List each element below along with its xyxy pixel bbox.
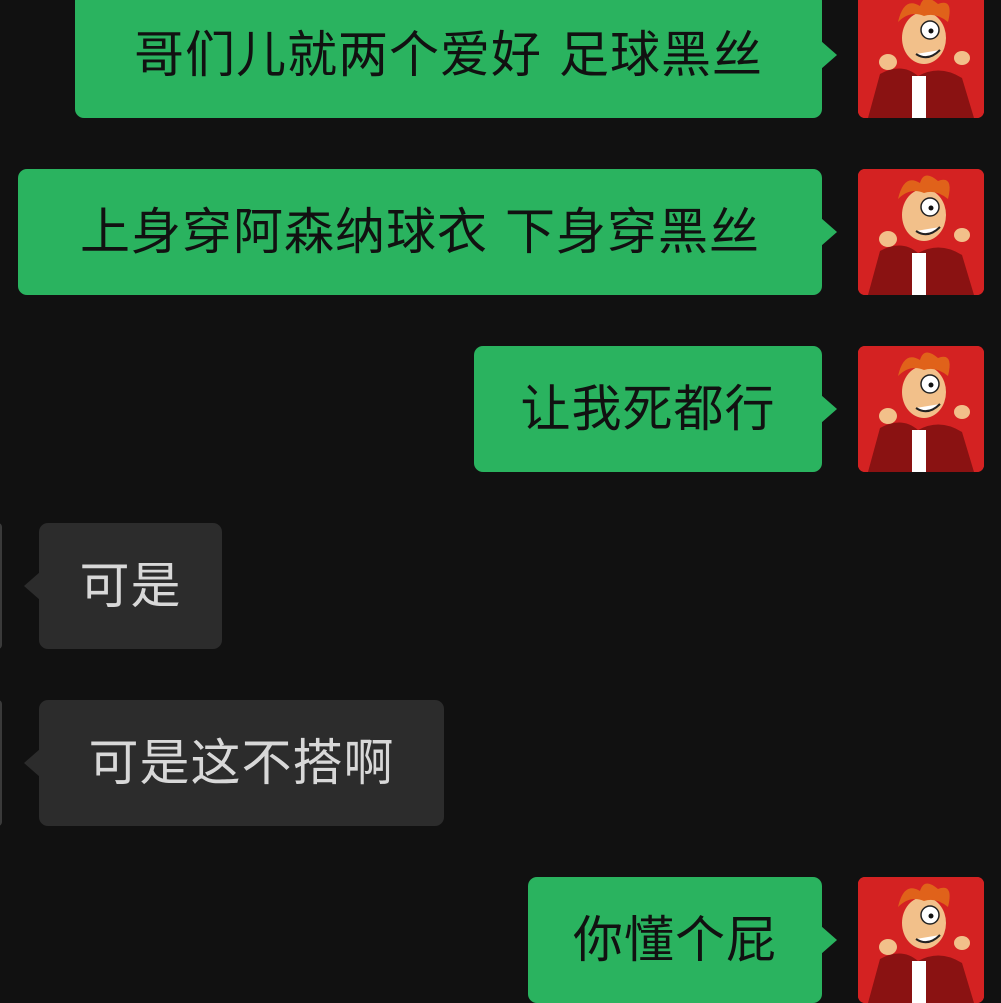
outgoing-message-bubble[interactable]: 上身穿阿森纳球衣 下身穿黑丝 <box>18 169 822 295</box>
message-row: 可是这不搭啊 <box>0 700 1001 826</box>
sender-avatar[interactable] <box>858 169 984 295</box>
outgoing-message-bubble[interactable]: 哥们儿就两个爱好 足球黑丝 <box>75 0 822 118</box>
message-row: 哥们儿就两个爱好 足球黑丝 <box>0 0 1001 120</box>
contact-avatar[interactable] <box>0 700 2 826</box>
message-text: 可是这不搭啊 <box>88 734 395 792</box>
sender-avatar[interactable] <box>858 877 984 1003</box>
sender-avatar[interactable] <box>858 0 984 118</box>
bubble-tail <box>821 218 837 246</box>
message-text: 可是 <box>79 557 182 615</box>
message-row: 上身穿阿森纳球衣 下身穿黑丝 <box>0 169 1001 295</box>
bubble-tail <box>821 41 837 69</box>
outgoing-message-bubble[interactable]: 你懂个屁 <box>528 877 822 1003</box>
cartoon-character-avatar-icon <box>858 0 984 118</box>
bubble-tail <box>821 926 837 954</box>
message-row: 你懂个屁 <box>0 877 1001 1003</box>
message-text: 上身穿阿森纳球衣 下身穿黑丝 <box>80 203 760 261</box>
bubble-tail <box>24 572 40 600</box>
cartoon-character-avatar-icon <box>858 346 984 472</box>
message-text: 哥们儿就两个爱好 足球黑丝 <box>134 26 763 84</box>
message-row: 让我死都行 <box>0 346 1001 472</box>
cartoon-character-avatar-icon <box>858 169 984 295</box>
message-text: 让我死都行 <box>520 380 776 438</box>
message-text: 你懂个屁 <box>573 911 777 969</box>
incoming-message-bubble[interactable]: 可是 <box>39 523 222 649</box>
incoming-message-bubble[interactable]: 可是这不搭啊 <box>39 700 444 826</box>
message-row: 可是 <box>0 523 1001 649</box>
bubble-tail <box>821 395 837 423</box>
cartoon-character-avatar-icon <box>858 877 984 1003</box>
bubble-tail <box>24 749 40 777</box>
contact-avatar[interactable] <box>0 523 2 649</box>
sender-avatar[interactable] <box>858 346 984 472</box>
outgoing-message-bubble[interactable]: 让我死都行 <box>474 346 822 472</box>
